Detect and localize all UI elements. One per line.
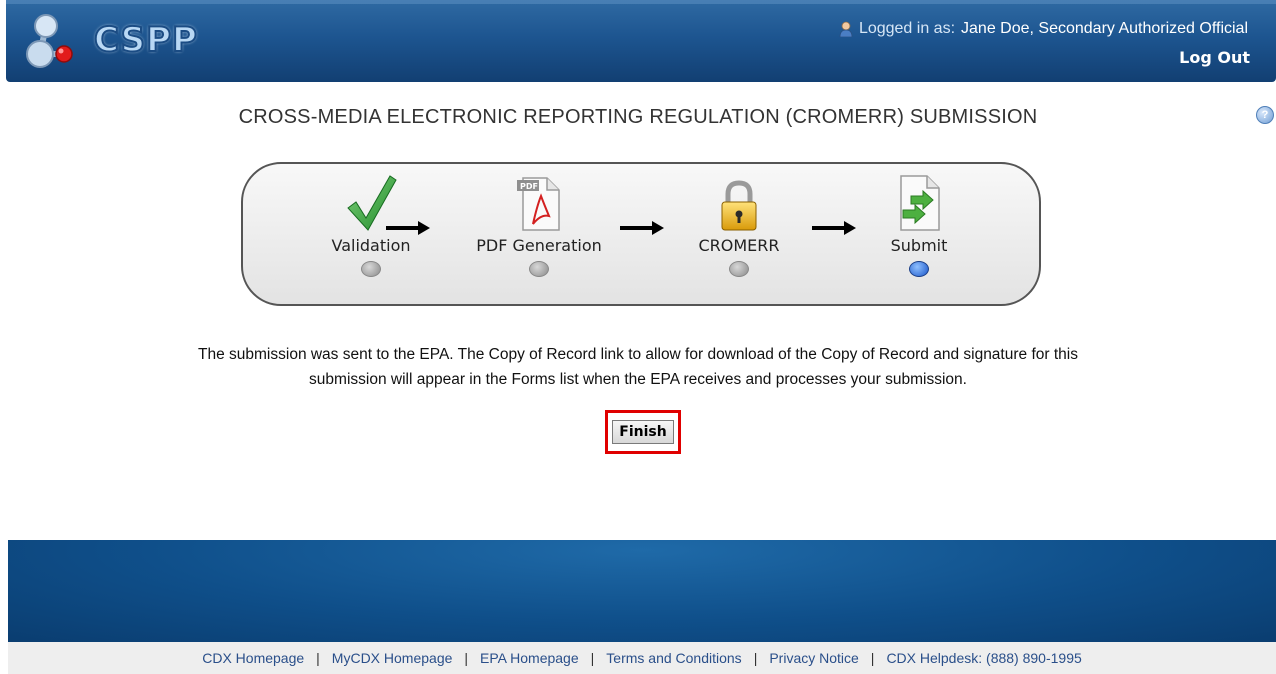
step-cromerr: CROMERR	[669, 176, 809, 277]
footer-link-helpdesk[interactable]: CDX Helpdesk: (888) 890-1995	[886, 650, 1081, 666]
user-icon	[839, 21, 853, 38]
footer-link-mycdx-homepage[interactable]: MyCDX Homepage	[332, 650, 453, 666]
footer-separator: |	[316, 650, 320, 666]
step-status-dot	[529, 261, 549, 277]
message-line-1: The submission was sent to the EPA. The …	[198, 346, 1078, 363]
header-highlight	[6, 0, 1276, 4]
message-line-2: submission will appear in the Forms list…	[309, 371, 967, 388]
footer-link-privacy[interactable]: Privacy Notice	[769, 650, 858, 666]
step-submit: Submit	[849, 175, 989, 277]
step-label-validation: Validation	[331, 236, 411, 255]
svg-text:PDF: PDF	[520, 182, 538, 191]
cspp-logo[interactable]: CSPP	[24, 10, 214, 70]
arrow-right-icon	[386, 221, 430, 235]
molecule-icon	[26, 14, 73, 68]
step-status-dot	[361, 261, 381, 277]
footer-link-epa-homepage[interactable]: EPA Homepage	[480, 650, 579, 666]
arrow-right-icon	[812, 221, 856, 235]
step-status-dot-active	[909, 261, 929, 277]
footer-link-cdx-homepage[interactable]: CDX Homepage	[202, 650, 304, 666]
padlock-icon	[721, 180, 757, 231]
submission-message: The submission was sent to the EPA. The …	[0, 342, 1276, 392]
footer-separator: |	[464, 650, 469, 666]
step-label-pdf-generation: PDF Generation	[476, 236, 602, 255]
submit-document-icon	[900, 175, 940, 231]
user-name: Jane Doe, Secondary Authorized Official	[961, 20, 1248, 37]
logged-in-info: Logged in as: Jane Doe, Secondary Author…	[839, 20, 1248, 38]
footer-links: CDX Homepage | MyCDX Homepage | EPA Home…	[8, 642, 1276, 674]
footer-banner	[8, 540, 1276, 642]
arrow-right-icon	[620, 221, 664, 235]
finish-button[interactable]: Finish	[612, 420, 674, 444]
finish-highlight-box: Finish	[605, 410, 681, 454]
footer-separator: |	[753, 650, 758, 666]
step-status-dot	[729, 261, 749, 277]
logout-link[interactable]: Log Out	[1179, 48, 1250, 67]
footer-link-terms[interactable]: Terms and Conditions	[606, 650, 741, 666]
step-label-submit: Submit	[890, 236, 948, 255]
step-label-cromerr: CROMERR	[698, 236, 780, 255]
page-title: CROSS-MEDIA ELECTRONIC REPORTING REGULAT…	[238, 106, 1038, 128]
logged-in-label: Logged in as:	[858, 20, 956, 37]
step-pdf-generation: PDF PDF Generation	[469, 176, 609, 277]
logo-text: CSPP	[93, 19, 198, 61]
footer-separator: |	[590, 650, 595, 666]
pdf-file-icon: PDF	[517, 177, 560, 231]
footer-separator: |	[870, 650, 875, 666]
header-bar: CSPP Logged in as: Jane Doe, Secondary A…	[6, 0, 1276, 82]
